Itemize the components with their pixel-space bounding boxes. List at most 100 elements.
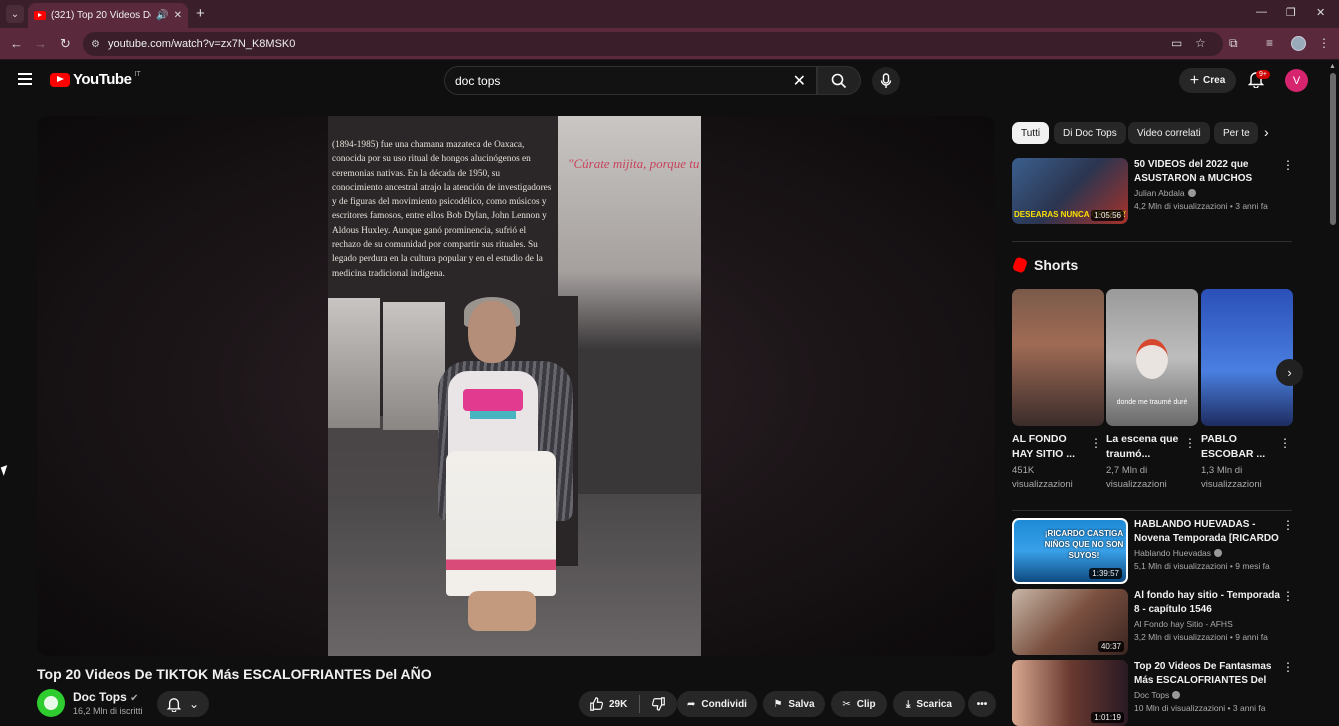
more-options-icon[interactable]: ⋮: [1282, 158, 1294, 172]
create-button[interactable]: + Crea: [1179, 68, 1236, 93]
minimize-icon[interactable]: —: [1256, 6, 1267, 18]
account-avatar[interactable]: V: [1285, 69, 1308, 92]
short-item[interactable]: AL FONDO HAY SITIO ... ⋮ 451K visualizza…: [1012, 289, 1104, 490]
video-thumbnail[interactable]: ¡RICARDO CASTIGA NIÑOS QUE NO SON SUYOS!…: [1012, 518, 1128, 584]
more-options-icon[interactable]: ⋮: [1090, 436, 1102, 450]
video-title[interactable]: Top 20 Videos De Fantasmas Más ESCALOFRI…: [1134, 660, 1280, 688]
list-item[interactable]: ¡RICARDO CASTIGA NIÑOS QUE NO SON SUYOS!…: [1012, 518, 1294, 584]
speaker-icon[interactable]: 🔊: [156, 10, 168, 21]
page-scrollbar[interactable]: ▲: [1326, 61, 1339, 720]
verified-icon: ✔: [130, 693, 139, 704]
tab-search-button[interactable]: ⌄: [6, 5, 24, 23]
channel-name[interactable]: Hablando Huevadas: [1134, 548, 1223, 558]
short-views: 2,7 Mln di visualizzazioni: [1106, 465, 1167, 490]
subscription-bell-button[interactable]: ⌄: [157, 691, 209, 717]
more-actions-button[interactable]: •••: [968, 691, 996, 717]
site-info-icon[interactable]: ⚙: [91, 39, 100, 50]
reload-icon[interactable]: ↻: [60, 36, 71, 52]
video-thumbnail[interactable]: 40:37: [1012, 589, 1128, 655]
download-label: Scarica: [916, 698, 952, 710]
like-count: 29K: [609, 698, 628, 710]
scrollbar-thumb[interactable]: [1330, 73, 1336, 225]
verified-icon: [1187, 189, 1196, 197]
video-photo-1: [328, 298, 380, 428]
video-title[interactable]: 50 VIDEOS del 2022 que ASUSTARON a MUCHO…: [1134, 158, 1280, 186]
video-meta: 5,1 Mln di visualizzazioni • 9 mesi fa: [1134, 561, 1270, 571]
media-controls-icon[interactable]: ≡: [1266, 36, 1273, 50]
close-window-icon[interactable]: ✕: [1316, 6, 1325, 19]
clip-button[interactable]: ✂ Clip: [831, 691, 887, 717]
video-title[interactable]: HABLANDO HUEVADAS - Novena Temporada [RI…: [1134, 518, 1280, 546]
youtube-favicon-icon: [34, 11, 46, 20]
channel-name[interactable]: Julian Abdala: [1134, 188, 1196, 198]
download-button[interactable]: ⤓ Scarica: [893, 691, 965, 717]
notification-badge: 9+: [1256, 70, 1270, 79]
youtube-logo[interactable]: YouTube IT: [50, 71, 141, 88]
search-input[interactable]: doc tops ✕: [444, 66, 817, 95]
video-title[interactable]: Al fondo hay sitio - Temporada 8 - capít…: [1134, 589, 1280, 617]
search-button[interactable]: [817, 66, 861, 95]
cast-icon[interactable]: ▭: [1171, 36, 1182, 50]
thumbs-down-icon[interactable]: [652, 697, 666, 711]
like-dislike-group: 29K: [579, 691, 677, 717]
back-icon[interactable]: ←: [10, 36, 23, 51]
voice-search-button[interactable]: [872, 67, 900, 95]
video-script-text: "Cúrate mijita, porque tu: [568, 156, 700, 171]
short-title[interactable]: La escena que traumó...: [1106, 432, 1180, 462]
microphone-icon: [880, 73, 892, 88]
short-title[interactable]: AL FONDO HAY SITIO ...: [1012, 432, 1086, 462]
chip-for-you[interactable]: Per te: [1214, 122, 1258, 144]
short-thumbnail[interactable]: donde me traumé duré: [1106, 289, 1198, 426]
chips-next-arrow-icon[interactable]: ›: [1264, 124, 1269, 140]
shorts-next-arrow-icon[interactable]: ›: [1276, 359, 1303, 386]
channel-name[interactable]: Doc Tops: [1134, 690, 1181, 700]
forward-icon[interactable]: →: [34, 36, 47, 51]
address-bar[interactable]: ⚙ youtube.com/watch?v=zx7N_K8MSK0: [83, 32, 1223, 56]
list-item[interactable]: DESEARAS NUNCA CRUZARTELO 1:05:56 50 VID…: [1012, 158, 1294, 224]
browser-menu-icon[interactable]: ⋮: [1318, 36, 1330, 50]
save-button[interactable]: ⚑ Salva: [763, 691, 825, 717]
short-item[interactable]: PABLO ESCOBAR ... ⋮ 1,3 Mln di visualizz…: [1201, 289, 1293, 490]
chip-related[interactable]: Video correlati: [1128, 122, 1210, 144]
channel-name[interactable]: Doc Tops ✔: [73, 690, 139, 704]
close-tab-icon[interactable]: ✕: [174, 10, 182, 21]
browser-tab[interactable]: (321) Top 20 Videos De TIKTOK 🔊 ✕: [28, 3, 188, 28]
bookmark-star-icon[interactable]: ☆: [1195, 36, 1206, 50]
short-thumbnail[interactable]: [1201, 289, 1293, 426]
video-frame: "Cúrate mijita, porque tu (1894-1985) fu…: [328, 116, 701, 656]
list-item[interactable]: 40:37 Al fondo hay sitio - Temporada 8 -…: [1012, 589, 1294, 655]
clear-search-icon[interactable]: ✕: [793, 71, 806, 91]
search-icon: [831, 73, 847, 88]
video-thumbnail[interactable]: 1:01:19: [1012, 660, 1128, 726]
youtube-masthead: YouTube IT doc tops ✕ + Crea 9+ V: [0, 61, 1326, 101]
video-duration: 1:01:19: [1091, 712, 1124, 723]
more-options-icon[interactable]: ⋮: [1282, 660, 1294, 674]
chip-from-channel[interactable]: Di Doc Tops: [1054, 122, 1126, 144]
more-options-icon[interactable]: ⋮: [1279, 436, 1291, 450]
short-item[interactable]: donde me traumé duré La escena que traum…: [1106, 289, 1198, 490]
video-thumbnail[interactable]: DESEARAS NUNCA CRUZARTELO 1:05:56: [1012, 158, 1128, 224]
logo-wordmark: YouTube: [73, 71, 132, 88]
scroll-up-arrow[interactable]: ▲: [1329, 63, 1336, 70]
video-player[interactable]: "Cúrate mijita, porque tu (1894-1985) fu…: [37, 116, 995, 656]
subscriber-count: 16,2 Mln di iscritti: [73, 706, 143, 716]
like-button[interactable]: 29K: [589, 697, 627, 711]
short-title[interactable]: PABLO ESCOBAR ...: [1201, 432, 1275, 462]
more-options-icon[interactable]: ⋮: [1282, 518, 1294, 532]
more-options-icon[interactable]: ⋮: [1282, 589, 1294, 603]
video-meta: 10 Mln di visualizzazioni • 3 anni fa: [1134, 703, 1266, 713]
hamburger-menu-icon[interactable]: [18, 73, 32, 85]
list-item[interactable]: 1:01:19 Top 20 Videos De Fantasmas Más E…: [1012, 660, 1294, 726]
browser-profile-avatar[interactable]: [1291, 36, 1306, 51]
restore-icon[interactable]: ❐: [1286, 6, 1296, 19]
channel-avatar[interactable]: [37, 689, 65, 717]
extensions-icon[interactable]: ⧉: [1229, 36, 1238, 51]
more-options-icon[interactable]: ⋮: [1184, 436, 1196, 450]
short-thumbnail[interactable]: [1012, 289, 1104, 426]
new-tab-button[interactable]: +: [196, 5, 205, 22]
share-button[interactable]: ➦ Condividi: [677, 691, 757, 717]
channel-name[interactable]: Al Fondo hay Sitio - AFHS: [1134, 619, 1233, 629]
bookmark-icon: ⚑: [773, 698, 783, 710]
save-label: Salva: [788, 698, 815, 710]
chip-all[interactable]: Tutti: [1012, 122, 1050, 144]
